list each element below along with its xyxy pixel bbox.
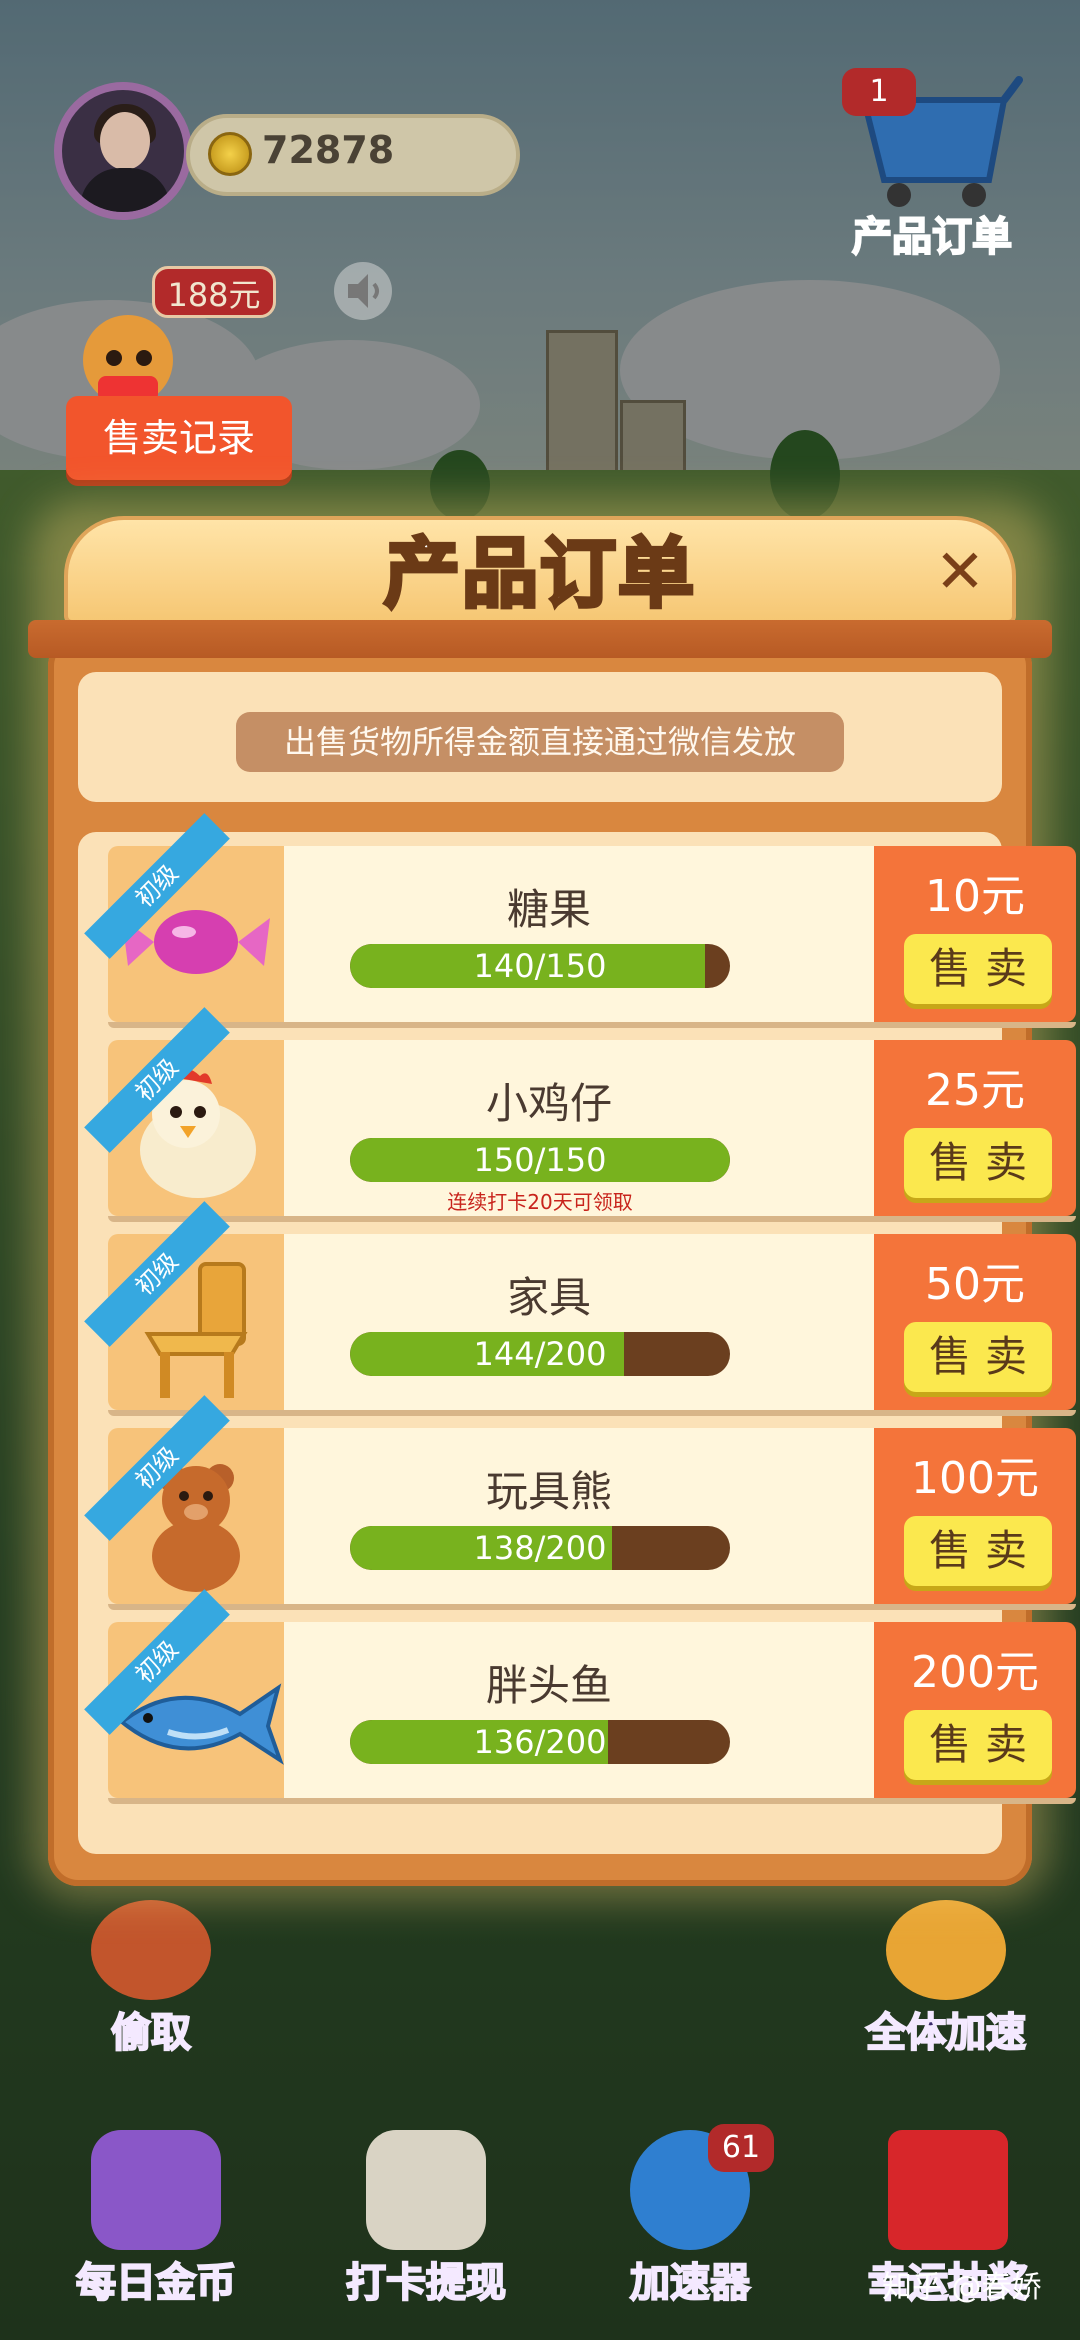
price-label: 200元	[911, 1647, 1039, 1698]
order-count-badge: 1	[842, 68, 916, 116]
modal-title: 产品订单	[382, 527, 696, 620]
product-name: 小鸡仔	[485, 1079, 612, 1128]
speed-all-button[interactable]: 全体加速	[846, 1900, 1046, 2058]
product-name: 玩具熊	[485, 1467, 612, 1516]
sale-record-button[interactable]: 售卖记录	[66, 396, 292, 480]
price-label: 10元	[925, 871, 1025, 922]
thief-icon	[91, 1900, 211, 2000]
price-label: 50元	[925, 1259, 1025, 1310]
close-icon[interactable]: ✕	[928, 540, 992, 604]
notice-text: 出售货物所得金额直接通过微信发放	[236, 712, 844, 772]
progress-text: 140/150	[473, 947, 607, 985]
clock-icon	[886, 1900, 1006, 2000]
progress-bar: 138/200	[350, 1526, 730, 1570]
progress-bar: 140/150	[350, 944, 730, 988]
product-card-candy: 初级 糖果 140/150 10元 售卖	[84, 813, 1076, 1028]
calendar-icon	[366, 2130, 486, 2250]
sell-button[interactable]: 售卖	[904, 1516, 1052, 1586]
avatar[interactable]	[54, 82, 192, 220]
progress-text: 144/200	[473, 1335, 607, 1373]
product-card-teddy-bear: 初级 玩具熊 138/200 100元 售卖	[84, 1395, 1076, 1610]
product-name: 糖果	[506, 885, 591, 934]
product-name: 胖头鱼	[485, 1661, 612, 1710]
product-order-label: 产品订单	[851, 213, 1013, 261]
progress-text: 150/150	[473, 1141, 607, 1179]
sell-button[interactable]: 售卖	[904, 1322, 1052, 1392]
sell-button[interactable]: 售卖	[904, 934, 1052, 1004]
progress-bar: 144/200	[350, 1332, 730, 1376]
checkin-withdraw-button[interactable]: 打卡提现	[326, 2130, 526, 2308]
unlock-note: 连续打卡20天可领取	[447, 1190, 633, 1214]
progress-text: 136/200	[473, 1723, 607, 1761]
product-card-furniture: 初级 家具 144/200 50元 售卖	[84, 1201, 1076, 1416]
coin-balance: 72878	[262, 128, 395, 172]
accelerator-badge: 61	[708, 2124, 774, 2172]
sound-icon[interactable]	[334, 262, 392, 320]
coin-icon	[208, 132, 252, 176]
progress-bar: 136/200	[350, 1720, 730, 1764]
price-label: 100元	[911, 1453, 1039, 1504]
price-label: 25元	[925, 1065, 1025, 1116]
daily-gold-button[interactable]: 每日金币	[66, 2130, 246, 2308]
gift-icon	[91, 2130, 221, 2250]
progress-text: 138/200	[473, 1529, 607, 1567]
modal-header-ledge	[28, 620, 1052, 658]
product-name: 家具	[506, 1273, 591, 1322]
sell-button[interactable]: 售卖	[904, 1710, 1052, 1780]
cash-badge: 188元	[152, 266, 276, 318]
sell-button[interactable]: 售卖	[904, 1128, 1052, 1198]
progress-bar: 150/150	[350, 1138, 730, 1182]
red-envelope-icon	[888, 2130, 1008, 2250]
steal-button[interactable]: 偷取	[66, 1900, 236, 2058]
product-card-fish: 初级 胖头鱼 136/200 200元 售卖	[84, 1589, 1076, 1804]
watermark: 知乎 @春娇	[882, 2270, 1042, 2305]
product-card-chick: 初级 小鸡仔 150/150 连续打卡20天可领取 25元 售卖	[84, 1007, 1076, 1222]
